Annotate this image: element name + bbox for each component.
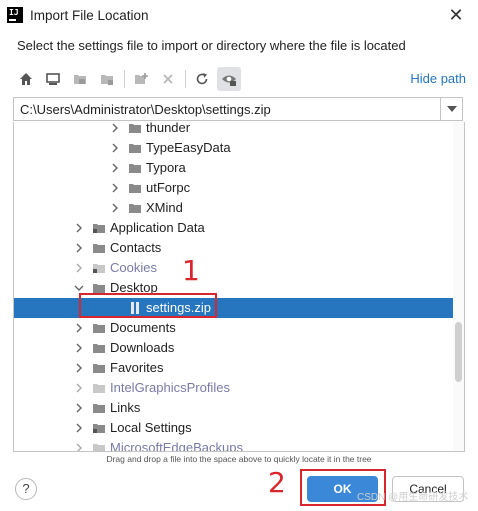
intellij-logo-icon: IJ: [7, 7, 23, 23]
delete-icon: [156, 67, 180, 91]
tree-row-label: utForpc: [146, 180, 191, 195]
link-folder-icon: [93, 424, 105, 433]
link-folder-icon: [93, 224, 105, 233]
desktop-icon[interactable]: [41, 67, 65, 91]
chevron-right-icon[interactable]: [74, 343, 84, 353]
tree-row[interactable]: Documents: [14, 318, 454, 338]
chevron-right-icon[interactable]: [74, 383, 84, 393]
chevron-right-icon[interactable]: [110, 143, 120, 153]
project-folder-icon: [68, 67, 92, 91]
chevron-right-icon[interactable]: [74, 423, 84, 433]
tree-row[interactable]: Application Data: [14, 218, 454, 238]
chevron-right-icon[interactable]: [110, 163, 120, 173]
folder-icon: [93, 344, 105, 353]
chevron-right-icon[interactable]: [74, 243, 84, 253]
folder-icon: [93, 244, 105, 253]
annotation-marker-2: 2: [268, 466, 286, 499]
folder-icon: [93, 404, 105, 413]
folder-icon: [129, 184, 141, 193]
tree-row[interactable]: TypeEasyData: [14, 138, 454, 158]
chevron-right-icon[interactable]: [74, 363, 84, 373]
chevron-right-icon[interactable]: [74, 323, 84, 333]
tree-row[interactable]: Favorites: [14, 358, 454, 378]
tree-row[interactable]: XMind: [14, 198, 454, 218]
folder-icon: [129, 144, 141, 153]
chevron-right-icon[interactable]: [110, 123, 120, 133]
tree-row-label: Contacts: [110, 240, 162, 255]
tree-row[interactable]: Local Settings: [14, 418, 454, 438]
tree-row[interactable]: Contacts: [14, 238, 454, 258]
tree-row-label: Cookies: [110, 260, 157, 275]
hide-path-link[interactable]: Hide path: [410, 71, 466, 86]
file-tree[interactable]: MicrosoftEdgeBackups Local Settings Links I…: [13, 122, 465, 452]
tree-row[interactable]: utForpc: [14, 178, 454, 198]
chevron-down-icon: [446, 106, 457, 112]
folder-icon: [129, 124, 141, 133]
chevron-right-icon[interactable]: [74, 403, 84, 413]
folder-icon: [93, 444, 105, 451]
folder-icon: [93, 324, 105, 333]
drag-drop-hint: Drag and drop a file into the space abov…: [106, 454, 372, 464]
window-title: Import File Location: [30, 8, 149, 23]
module-folder-icon: [95, 67, 119, 91]
folder-icon: [93, 384, 105, 393]
tree-row-label: Application Data: [110, 220, 205, 235]
show-hidden-icon[interactable]: [217, 67, 241, 91]
new-folder-icon: [129, 67, 153, 91]
chevron-right-icon[interactable]: [74, 263, 84, 273]
link-folder-icon: [93, 264, 105, 273]
close-button[interactable]: ✕: [446, 5, 466, 25]
tree-row-label: IntelGraphicsProfiles: [110, 380, 230, 395]
path-dropdown-button[interactable]: [440, 98, 462, 120]
toolbar-separator: [185, 70, 186, 88]
chevron-right-icon[interactable]: [74, 223, 84, 233]
home-icon[interactable]: [14, 67, 38, 91]
tree-row-label: Local Settings: [110, 420, 192, 435]
tree-row[interactable]: Downloads: [14, 338, 454, 358]
refresh-icon[interactable]: [190, 67, 214, 91]
tree-row-label: Favorites: [110, 360, 164, 375]
path-input[interactable]: C:\Users\Administrator\Desktop\settings.…: [20, 102, 271, 117]
tree-row-label: Typora: [146, 160, 186, 175]
tree-row-label: MicrosoftEdgeBackups: [110, 440, 243, 452]
toolbar: [14, 67, 244, 91]
title-bar: IJ Import File Location ✕: [0, 0, 478, 31]
annotation-marker-1: 1: [182, 254, 200, 287]
tree-row[interactable]: Links: [14, 398, 454, 418]
tree-row-label: XMind: [146, 200, 183, 215]
tree-row[interactable]: IntelGraphicsProfiles: [14, 378, 454, 398]
watermark: CSDN @用生命研发技术: [357, 492, 469, 503]
tree-row-label: Links: [110, 400, 141, 415]
folder-icon: [93, 364, 105, 373]
tree-row-label: Documents: [110, 320, 176, 335]
chevron-down-icon[interactable]: [74, 283, 84, 293]
toolbar-separator: [124, 70, 125, 88]
scrollbar-thumb[interactable]: [455, 322, 462, 382]
folder-icon: [129, 164, 141, 173]
annotation-box-selected-file: [79, 293, 217, 318]
chevron-right-icon[interactable]: [74, 443, 84, 452]
tree-row[interactable]: Typora: [14, 158, 454, 178]
tree-row-label: TypeEasyData: [146, 140, 231, 155]
tree-scrollbar[interactable]: [453, 122, 464, 451]
chevron-right-icon[interactable]: [110, 183, 120, 193]
folder-icon: [129, 204, 141, 213]
chevron-right-icon[interactable]: [110, 203, 120, 213]
tree-row[interactable]: Cookies: [14, 258, 454, 278]
tree-row[interactable]: thunder: [14, 122, 454, 138]
tree-row-label: thunder: [146, 122, 191, 135]
tree-row-label: Downloads: [110, 340, 175, 355]
tree-row[interactable]: MicrosoftEdgeBackups: [14, 438, 454, 452]
path-field[interactable]: C:\Users\Administrator\Desktop\settings.…: [13, 97, 463, 121]
help-button[interactable]: ?: [15, 478, 37, 500]
instruction-text: Select the settings file to import or di…: [17, 38, 406, 53]
